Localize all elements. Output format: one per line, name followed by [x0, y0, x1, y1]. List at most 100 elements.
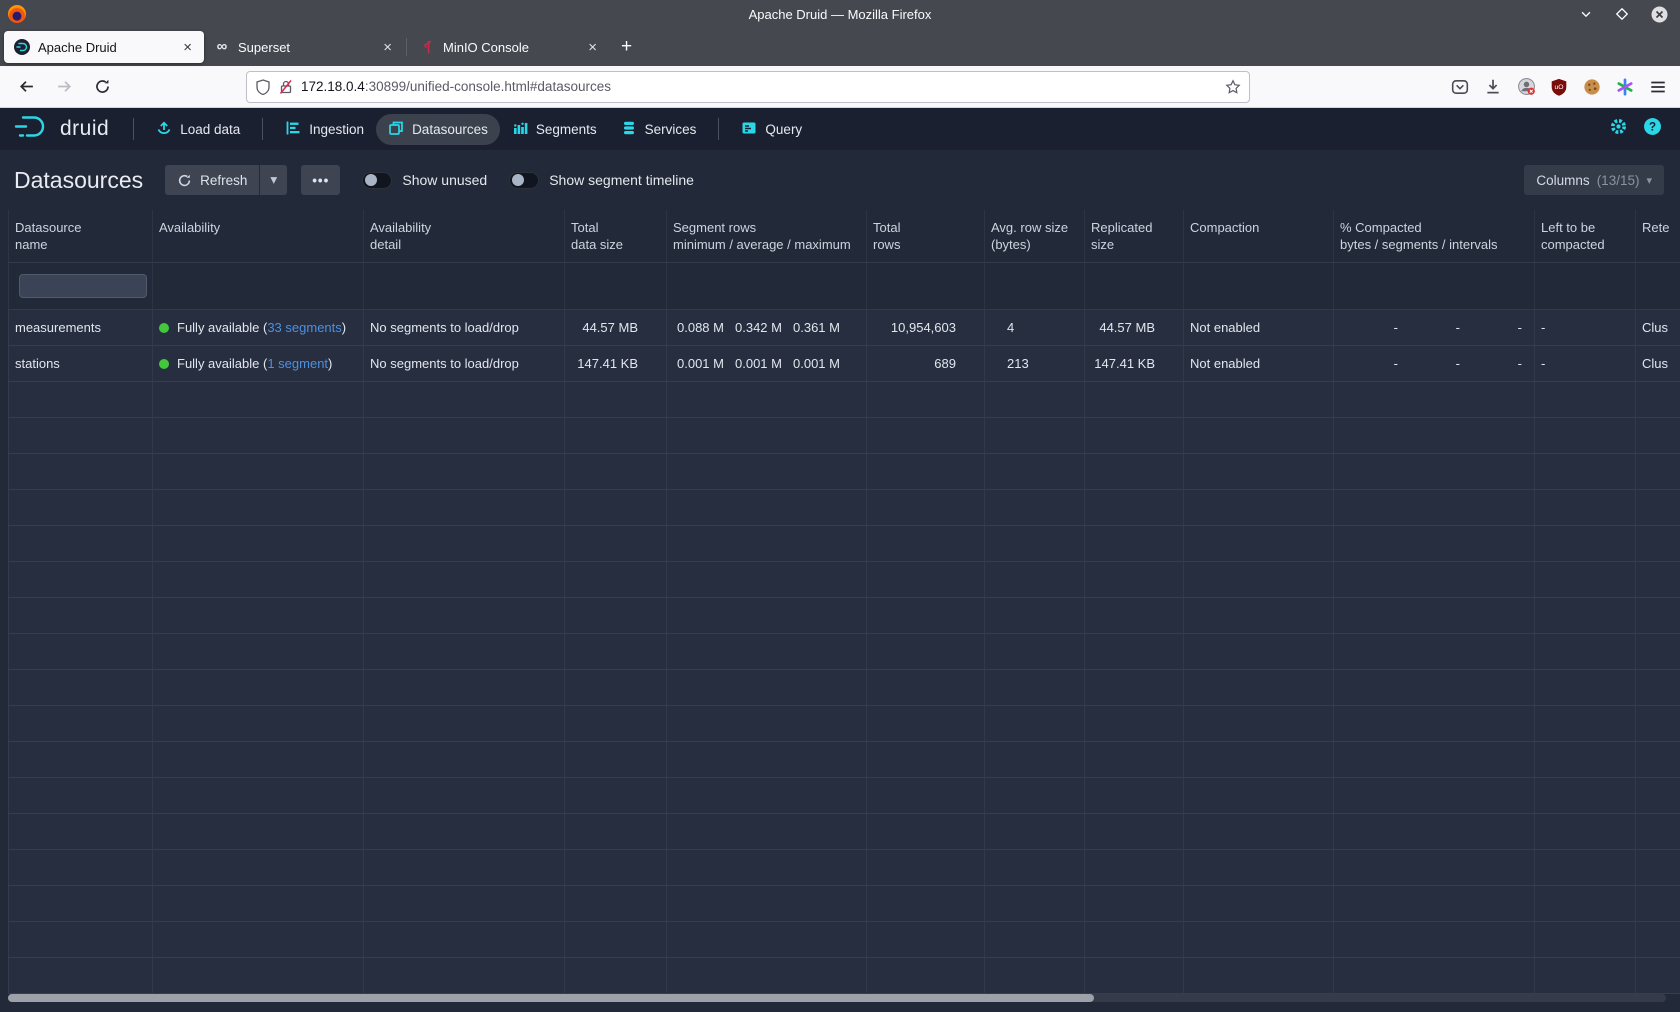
- column-header-replicated-size[interactable]: Replicated size: [1085, 210, 1184, 262]
- cookie-icon[interactable]: [1582, 77, 1602, 97]
- window-minimize-button[interactable]: [1579, 7, 1593, 21]
- tab-label: MinIO Console: [443, 40, 584, 55]
- forward-button[interactable]: [50, 73, 78, 101]
- pct-compacted-cell: ---: [1334, 346, 1535, 381]
- table-header-row: Datasource name Availability Availabilit…: [8, 210, 1680, 262]
- insecure-lock-icon[interactable]: [278, 79, 294, 95]
- ublock-origin-icon[interactable]: uO: [1549, 77, 1569, 97]
- asterisk-extension-icon[interactable]: [1615, 77, 1635, 97]
- load-data-icon: [156, 120, 172, 139]
- retention-cell[interactable]: Clus: [1636, 346, 1680, 381]
- datasource-name-cell[interactable]: measurements: [9, 310, 153, 345]
- nav-item-load-data[interactable]: Load data: [144, 114, 252, 145]
- new-tab-button[interactable]: +: [609, 31, 644, 63]
- tab-close-icon[interactable]: ×: [584, 39, 601, 56]
- table-row-stations: stations Fully available (1 segment) No …: [8, 346, 1680, 382]
- tab-close-icon[interactable]: ×: [379, 39, 396, 56]
- column-header-left-to-be-compacted[interactable]: Left to be compacted: [1535, 210, 1636, 262]
- table-row-empty: [8, 562, 1680, 598]
- status-dot-icon: [159, 323, 169, 333]
- availability-cell: Fully available (1 segment): [153, 346, 364, 381]
- nav-item-label: Datasources: [412, 122, 488, 137]
- total-rows-cell: 10,954,603: [867, 310, 985, 345]
- pocket-icon[interactable]: [1450, 77, 1470, 97]
- svg-text:?: ?: [1649, 121, 1656, 134]
- column-header-avg-row-size[interactable]: Avg. row size (bytes): [985, 210, 1085, 262]
- nav-item-segments[interactable]: Segments: [500, 114, 609, 145]
- replicated-size-cell: 44.57 MB: [1085, 310, 1184, 345]
- svg-text:uO: uO: [1554, 83, 1563, 90]
- tab-label: Superset: [238, 40, 379, 55]
- tab-close-icon[interactable]: ×: [179, 39, 196, 56]
- settings-gear-icon[interactable]: [1609, 117, 1628, 141]
- segments-link[interactable]: 33 segments: [267, 320, 341, 335]
- tab-apache-druid[interactable]: Apache Druid ×: [4, 31, 204, 63]
- refresh-label: Refresh: [200, 173, 247, 188]
- table-row-empty: [8, 526, 1680, 562]
- page-title: Datasources: [14, 167, 143, 194]
- datasource-name-cell[interactable]: stations: [9, 346, 153, 381]
- compaction-cell: Not enabled: [1184, 346, 1334, 381]
- avg-row-size-cell: 4: [985, 310, 1085, 345]
- browser-toolbar: 172.18.0.4:30899/unified-console.html#da…: [0, 66, 1680, 108]
- horizontal-scrollbar-track[interactable]: [8, 994, 1666, 1002]
- tab-superset[interactable]: ∞ Superset ×: [204, 31, 404, 63]
- segment-rows-cell: 0.088 M0.342 M0.361 M: [667, 310, 867, 345]
- column-header-pct-compacted[interactable]: % Compacted bytes / segments / intervals: [1334, 210, 1535, 262]
- services-icon: [621, 120, 637, 139]
- column-header-retention[interactable]: Rete: [1636, 210, 1680, 262]
- total-rows-cell: 689: [867, 346, 985, 381]
- column-header-segment-rows[interactable]: Segment rows minimum / average / maximum: [667, 210, 867, 262]
- nav-item-ingestion[interactable]: Ingestion: [273, 114, 376, 145]
- nav-item-datasources[interactable]: Datasources: [376, 114, 500, 145]
- refresh-split-button: Refresh ▾: [165, 165, 287, 195]
- show-segment-timeline-switch[interactable]: [509, 172, 539, 189]
- availability-text-close: ): [328, 356, 332, 371]
- table-row-empty: [8, 382, 1680, 418]
- datasources-icon: [388, 120, 404, 139]
- total-data-size-cell: 147.41 KB: [565, 346, 667, 381]
- tracking-shield-icon[interactable]: [255, 79, 271, 95]
- horizontal-scrollbar-thumb[interactable]: [8, 994, 1094, 1002]
- url-text[interactable]: 172.18.0.4:30899/unified-console.html#da…: [301, 79, 1225, 94]
- column-header-compaction[interactable]: Compaction: [1184, 210, 1334, 262]
- refresh-dropdown-caret[interactable]: ▾: [260, 165, 287, 195]
- refresh-button[interactable]: Refresh: [165, 165, 259, 195]
- downloads-icon[interactable]: [1483, 77, 1503, 97]
- column-header-total-data-size[interactable]: Total data size: [565, 210, 667, 262]
- show-unused-label: Show unused: [402, 172, 487, 188]
- bookmark-star-icon[interactable]: [1225, 79, 1241, 95]
- show-segment-timeline-toggle-group: Show segment timeline: [509, 172, 694, 189]
- tab-label: Apache Druid: [38, 40, 179, 55]
- columns-picker-button[interactable]: Columns (13/15) ▾: [1524, 165, 1664, 195]
- retention-cell[interactable]: Clus: [1636, 310, 1680, 345]
- tab-minio-console[interactable]: MinIO Console ×: [409, 31, 609, 63]
- columns-label: Columns: [1536, 173, 1589, 188]
- table-row-empty: [8, 958, 1680, 994]
- window-close-button[interactable]: [1651, 6, 1668, 23]
- show-unused-switch[interactable]: [362, 172, 392, 189]
- url-bar[interactable]: 172.18.0.4:30899/unified-console.html#da…: [246, 71, 1250, 103]
- reload-button[interactable]: [88, 73, 116, 101]
- show-unused-toggle-group: Show unused: [362, 172, 487, 189]
- more-actions-button[interactable]: •••: [301, 165, 340, 195]
- switch-knob: [365, 174, 377, 186]
- nav-item-label: Ingestion: [309, 122, 364, 137]
- window-maximize-button[interactable]: [1615, 7, 1629, 21]
- segments-link[interactable]: 1 segment: [267, 356, 328, 371]
- extension-profile-icon[interactable]: [1516, 77, 1536, 97]
- druid-brand[interactable]: druid: [14, 114, 109, 145]
- help-icon[interactable]: ?: [1643, 117, 1662, 141]
- column-header-availability-detail[interactable]: Availability detail: [364, 210, 565, 262]
- table-row-empty: [8, 706, 1680, 742]
- nav-item-query[interactable]: Query: [729, 114, 814, 145]
- back-button[interactable]: [12, 73, 40, 101]
- menu-hamburger-icon[interactable]: [1648, 77, 1668, 97]
- show-segment-timeline-label: Show segment timeline: [549, 172, 694, 188]
- datasource-name-filter-input[interactable]: [19, 274, 147, 298]
- column-header-datasource-name[interactable]: Datasource name: [9, 210, 153, 262]
- nav-item-services[interactable]: Services: [609, 114, 709, 145]
- column-header-availability[interactable]: Availability: [153, 210, 364, 262]
- table-row-empty: [8, 922, 1680, 958]
- column-header-total-rows[interactable]: Total rows: [867, 210, 985, 262]
